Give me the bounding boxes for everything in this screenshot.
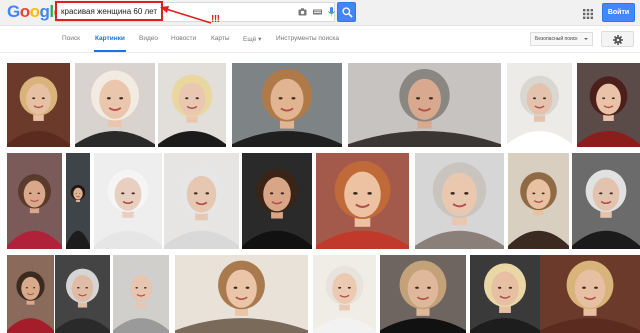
chevron-down-icon bbox=[584, 38, 588, 40]
image-result[interactable] bbox=[7, 63, 70, 147]
image-result[interactable] bbox=[316, 153, 409, 249]
google-logo[interactable]: Google bbox=[7, 1, 63, 23]
portrait-thumbnail bbox=[577, 63, 640, 147]
portrait-thumbnail bbox=[380, 255, 466, 333]
tab-images[interactable]: Картинки bbox=[95, 35, 125, 42]
top-header: Google bbox=[0, 0, 640, 26]
image-results-grid bbox=[0, 53, 640, 333]
image-result[interactable] bbox=[470, 255, 540, 333]
portrait-thumbnail bbox=[242, 153, 312, 249]
logo-letter: o bbox=[19, 2, 30, 21]
image-result[interactable] bbox=[113, 255, 169, 333]
keyboard-icon[interactable] bbox=[313, 8, 322, 16]
image-result[interactable] bbox=[380, 255, 466, 333]
image-result[interactable] bbox=[577, 63, 640, 147]
portrait-thumbnail bbox=[164, 153, 239, 249]
portrait-thumbnail bbox=[7, 63, 70, 147]
portrait-thumbnail bbox=[7, 255, 54, 333]
image-result[interactable] bbox=[242, 153, 312, 249]
search-input[interactable] bbox=[61, 3, 291, 21]
gear-icon bbox=[613, 35, 623, 45]
image-result[interactable] bbox=[55, 255, 110, 333]
portrait-thumbnail bbox=[313, 255, 376, 333]
microphone-icon[interactable] bbox=[327, 7, 336, 17]
image-result[interactable] bbox=[508, 153, 569, 249]
logo-letter: g bbox=[39, 2, 50, 21]
magnifier-icon bbox=[342, 7, 353, 18]
portrait-thumbnail bbox=[113, 255, 169, 333]
image-result[interactable] bbox=[94, 153, 162, 249]
image-result[interactable] bbox=[7, 153, 62, 249]
portrait-thumbnail bbox=[55, 255, 110, 333]
portrait-thumbnail bbox=[7, 153, 62, 249]
tab-maps[interactable]: Карты bbox=[211, 35, 230, 42]
apps-grid-icon[interactable] bbox=[583, 6, 593, 19]
image-result[interactable] bbox=[232, 63, 342, 147]
portrait-thumbnail bbox=[158, 63, 226, 147]
active-tab-indicator bbox=[94, 50, 126, 52]
portrait-thumbnail bbox=[507, 63, 572, 147]
tab-search[interactable]: Поиск bbox=[62, 35, 80, 42]
tab-news[interactable]: Новости bbox=[171, 35, 196, 42]
signin-button[interactable]: Войти bbox=[602, 3, 635, 22]
image-result[interactable] bbox=[75, 63, 155, 147]
search-button[interactable] bbox=[337, 2, 356, 22]
logo-letter: o bbox=[29, 2, 40, 21]
image-result[interactable] bbox=[415, 153, 504, 249]
logo-letter: G bbox=[7, 2, 20, 21]
portrait-thumbnail bbox=[232, 63, 342, 147]
portrait-thumbnail bbox=[316, 153, 409, 249]
image-result[interactable] bbox=[348, 63, 501, 147]
portrait-thumbnail bbox=[508, 153, 569, 249]
search-box[interactable] bbox=[56, 2, 335, 22]
settings-button[interactable] bbox=[601, 31, 634, 47]
image-result[interactable] bbox=[175, 255, 308, 333]
portrait-thumbnail bbox=[94, 153, 162, 249]
portrait-thumbnail bbox=[415, 153, 504, 249]
camera-icon[interactable] bbox=[298, 8, 307, 16]
image-result[interactable] bbox=[540, 255, 640, 333]
image-result[interactable] bbox=[164, 153, 239, 249]
portrait-thumbnail bbox=[540, 255, 640, 333]
portrait-thumbnail bbox=[66, 153, 90, 249]
portrait-thumbnail bbox=[572, 153, 640, 249]
image-result[interactable] bbox=[158, 63, 226, 147]
portrait-thumbnail bbox=[470, 255, 540, 333]
image-result[interactable] bbox=[7, 255, 54, 333]
image-result[interactable] bbox=[313, 255, 376, 333]
tab-bar: Поиск Картинки Видео Новости Карты Ещё ▾… bbox=[0, 26, 640, 53]
image-result[interactable] bbox=[66, 153, 90, 249]
annotation-text: !!! bbox=[211, 14, 220, 25]
tab-more[interactable]: Ещё ▾ bbox=[243, 35, 261, 43]
portrait-thumbnail bbox=[348, 63, 501, 147]
tab-video[interactable]: Видео bbox=[139, 35, 158, 42]
safe-search-dropdown[interactable]: Безопасный поиск bbox=[530, 32, 593, 46]
image-result[interactable] bbox=[507, 63, 572, 147]
portrait-thumbnail bbox=[75, 63, 155, 147]
image-result[interactable] bbox=[572, 153, 640, 249]
portrait-thumbnail bbox=[175, 255, 308, 333]
tab-search-tools[interactable]: Инструменты поиска bbox=[276, 35, 339, 42]
safe-search-label: Безопасный поиск bbox=[535, 36, 578, 42]
